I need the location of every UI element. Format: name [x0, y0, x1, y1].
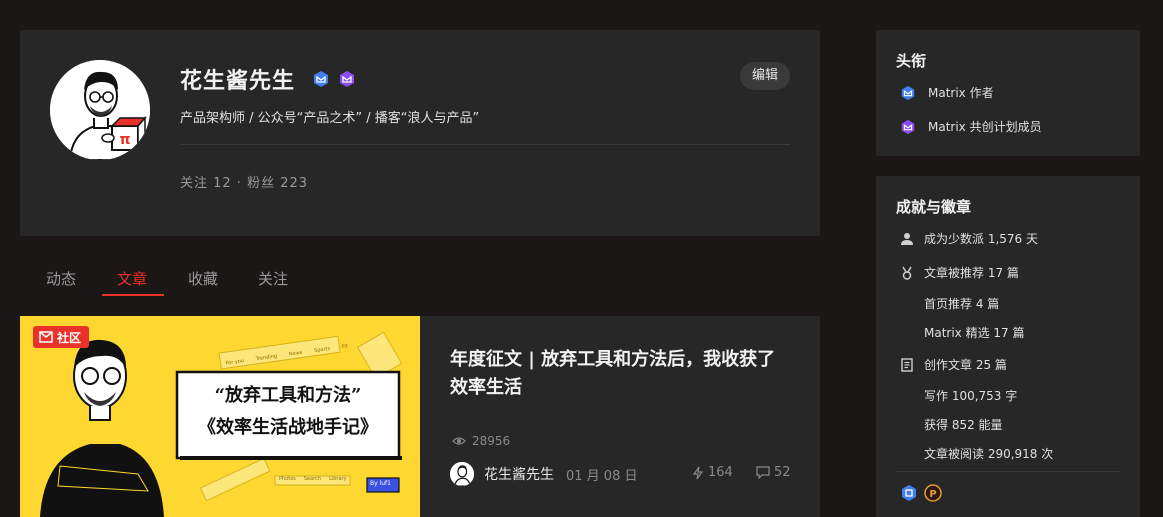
achievement-label: 创作文章 25 篇 — [924, 358, 1007, 372]
document-icon — [901, 357, 913, 372]
bio: 产品架构师 / 公众号“产品之术” / 播客“浪人与产品” — [180, 111, 480, 126]
achievement-minority-days: 成为少数派 1,576 天 — [900, 230, 1038, 247]
cover-tag-label: 社区 — [57, 330, 82, 345]
charge-count-value: 164 — [708, 465, 733, 480]
author-name[interactable]: 花生酱先生 — [484, 464, 554, 484]
author-avatar-illustration — [450, 462, 474, 486]
title-item-matrix-author[interactable]: Matrix 作者 — [900, 84, 994, 101]
profile-tabs: 动态 文章 收藏 关注 — [20, 262, 820, 298]
follow-stats[interactable]: 关注 12 · 粉丝 223 — [180, 172, 308, 191]
post-date: 01 月 08 日 — [566, 468, 638, 484]
achievement-articles-written: 创作文章 25 篇 — [900, 356, 1007, 373]
achievement-matrix-featured: Matrix 精选 17 篇 — [924, 326, 1025, 340]
achievement-home-recommend: 首页推荐 4 篇 — [924, 297, 1000, 311]
tab-favorites[interactable]: 收藏 — [188, 268, 218, 289]
matrix-cocreate-badge-icon — [901, 119, 915, 134]
display-name: 花生酱先生 — [180, 69, 296, 94]
author-avatar[interactable] — [450, 462, 474, 486]
cover-chip: Fit — [341, 343, 349, 351]
profile-card: π 花生酱先生 编辑 产品架构师 / 公众号“产品之术” / 播客“浪人与产品”… — [20, 30, 820, 236]
divider — [896, 471, 1120, 472]
comment-count-value: 52 — [774, 465, 791, 480]
view-count-value: 28956 — [472, 434, 511, 448]
edit-profile-button[interactable]: 编辑 — [739, 62, 790, 90]
lightning-icon — [692, 466, 704, 479]
cover-line-2: 《效率生活战地手记》 — [198, 417, 378, 438]
achievement-label: 文章被推荐 17 篇 — [924, 266, 1019, 280]
title-item-matrix-cocreate[interactable]: Matrix 共创计划成员 — [900, 118, 1042, 135]
matrix-cocreate-badge-icon[interactable] — [338, 70, 356, 88]
tab-articles[interactable]: 文章 — [117, 268, 147, 289]
matrix-author-badge-icon[interactable] — [312, 70, 330, 88]
charge-count[interactable]: 164 — [692, 465, 733, 480]
tab-following[interactable]: 关注 — [258, 268, 288, 289]
article-title[interactable]: 年度征文 | 放弃工具和方法后，我收获了效率生活 — [450, 346, 790, 402]
avatar[interactable]: π — [50, 60, 150, 160]
achievement-recommended: 文章被推荐 17 篇 — [900, 264, 1019, 281]
titles-card: 头衔 Matrix 作者 Matrix 共创计划成员 — [876, 30, 1140, 156]
article-cover[interactable]: 社区 “放弃工具和方法” 《效率生活战地手记》 For you Trending… — [20, 316, 420, 517]
medal-icon — [902, 266, 912, 280]
achievements-heading: 成就与徽章 — [896, 198, 972, 216]
cover-button-label: By luf1 — [370, 480, 391, 487]
article-card[interactable]: 社区 “放弃工具和方法” 《效率生活战地手记》 For you Trending… — [20, 316, 820, 517]
svg-text:P: P — [929, 489, 936, 500]
cover-chip: Photos — [279, 476, 296, 482]
achievement-energy: 获得 852 能量 — [924, 418, 1003, 432]
matrix-author-badge-icon — [901, 85, 915, 100]
cover-search-row: Photos Search Library — [279, 476, 347, 482]
cover-tag: 社区 — [33, 326, 90, 348]
title-item-label: Matrix 作者 — [928, 86, 994, 100]
tab-activity[interactable]: 动态 — [46, 268, 76, 289]
person-icon — [901, 232, 913, 245]
author-row: 花生酱先生 01 月 08 日 164 52 — [450, 462, 791, 486]
cover-chip: Search — [303, 476, 322, 482]
mail-icon — [39, 331, 53, 343]
name-badges — [312, 70, 356, 88]
view-count: 28956 — [452, 434, 510, 448]
active-tab-underline — [102, 294, 164, 296]
achievement-reads: 文章被阅读 290,918 次 — [924, 447, 1054, 461]
title-item-label: Matrix 共创计划成员 — [928, 120, 1042, 134]
svg-text:π: π — [119, 132, 130, 148]
achievements-card: 成就与徽章 成为少数派 1,576 天 文章被推荐 17 篇 首页推荐 4 篇 … — [876, 176, 1140, 517]
p-medal-icon[interactable]: P — [924, 484, 942, 502]
cover-headline: “放弃工具和方法” 《效率生活战地手记》 — [177, 380, 399, 444]
achievement-label: 成为少数派 1,576 天 — [924, 232, 1038, 246]
titles-heading: 头衔 — [896, 52, 927, 70]
cover-line-1: “放弃工具和方法” — [214, 385, 362, 406]
achievement-words: 写作 100,753 字 — [924, 389, 1018, 403]
comment-icon — [756, 466, 770, 479]
avatar-illustration: π — [50, 60, 150, 160]
eye-icon — [452, 437, 466, 445]
comment-count[interactable]: 52 — [756, 465, 791, 480]
divider — [180, 144, 790, 145]
hex-medal-icon[interactable] — [900, 484, 918, 502]
cover-chip: Library — [329, 476, 347, 482]
